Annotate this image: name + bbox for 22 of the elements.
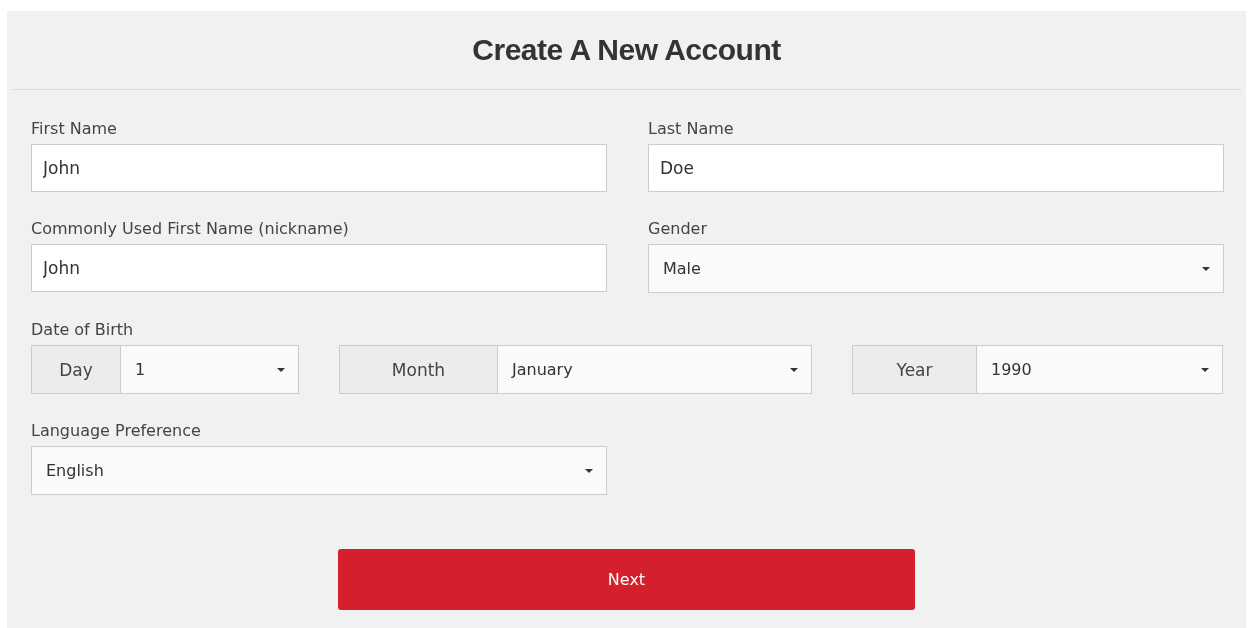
- field-label: Gender: [648, 219, 708, 239]
- field-label: Language Preference: [31, 421, 202, 441]
- field-label: Commonly Used First Name (nickname): [31, 219, 350, 239]
- dropdown[interactable]: 1: [120, 345, 299, 394]
- field-label: Date of Birth: [31, 320, 135, 340]
- dropdown[interactable]: 1990: [976, 345, 1223, 394]
- caret-icon: [1202, 266, 1210, 271]
- caret-icon: [277, 367, 285, 372]
- field-label: Last Name: [648, 119, 735, 139]
- date-part-label: Day: [31, 345, 120, 394]
- date-part-label: Year: [852, 345, 976, 394]
- caret-icon: [585, 468, 593, 473]
- date-part-label: Month: [339, 345, 497, 394]
- caret-icon: [790, 367, 798, 372]
- dropdown[interactable]: English: [31, 446, 607, 495]
- dropdown[interactable]: January: [497, 345, 812, 394]
- form-title: Create A New Account: [472, 33, 781, 67]
- next-button[interactable]: Next: [338, 549, 915, 610]
- field-label: First Name: [31, 119, 118, 139]
- dropdown[interactable]: Male: [648, 244, 1224, 293]
- caret-icon: [1201, 367, 1209, 372]
- input-field[interactable]: Doe: [648, 144, 1224, 192]
